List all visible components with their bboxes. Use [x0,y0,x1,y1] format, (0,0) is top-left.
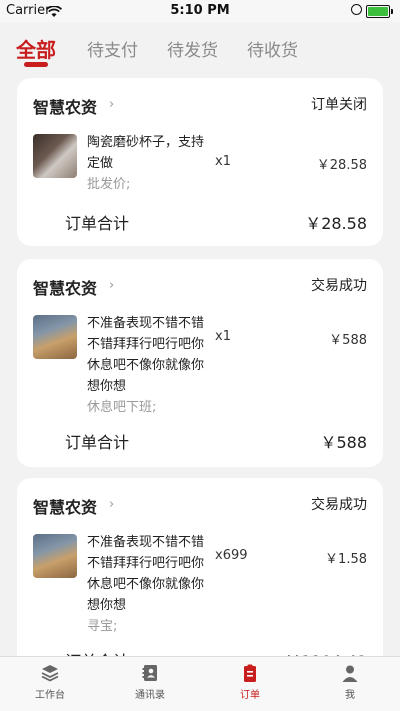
status-bar: Carrier 5:10 PM [0,0,400,22]
product-price: ￥588 [329,333,367,348]
chevron-right-icon[interactable]: › [109,97,114,112]
product-image[interactable] [33,534,77,578]
clipboard-icon [200,663,300,683]
chevron-right-icon[interactable]: › [109,278,114,293]
chevron-right-icon[interactable]: › [109,497,114,512]
nav-label: 我 [345,690,355,701]
tab-pending-shipment[interactable]: 待发货 [167,36,218,61]
nav-label: 工作台 [35,690,65,701]
product-quantity: x1 [215,154,231,169]
order-total: ￥588 [320,433,367,452]
product-price: ￥28.58 [316,158,367,173]
clock: 5:10 PM [170,3,230,18]
product-price: ￥1.58 [325,552,367,567]
nav-me[interactable]: 我 [300,663,400,701]
product-info[interactable]: 陶瓷磨砂杯子，支持定做 批发价; [87,132,207,195]
order-card[interactable]: 智慧农资 › 交易成功 不准备表现不错不错不错拜拜行吧行吧你休息吧不像你就像你想… [17,478,383,658]
product-name: 不准备表现不错不错不错拜拜行吧行吧你休息吧不像你就像你想你想 [87,535,205,613]
contacts-icon [100,663,200,683]
product-image[interactable] [33,134,77,178]
person-icon [300,663,400,683]
product-spec: 寻宝; [87,619,118,634]
product-quantity: x699 [215,548,248,563]
tab-active-indicator [24,62,48,67]
order-total-label: 订单合计 [65,214,130,233]
order-status: 订单关闭 [311,97,367,113]
order-status: 交易成功 [311,497,367,513]
order-card[interactable]: 智慧农资 › 交易成功 不准备表现不错不错不错拜拜行吧行吧你休息吧不像你就像你想… [17,259,383,467]
nav-label: 订单 [240,690,260,701]
shop-name[interactable]: 智慧农资 [33,94,97,118]
nav-orders[interactable]: 订单 [200,663,300,701]
battery-icon [366,5,393,18]
product-info[interactable]: 不准备表现不错不错不错拜拜行吧行吧你休息吧不像你就像你想你想 休息吧下班; [87,313,207,418]
nav-workbench[interactable]: 工作台 [0,663,100,701]
alarm-icon [351,4,362,15]
product-name: 不准备表现不错不错不错拜拜行吧行吧你休息吧不像你就像你想你想 [87,316,205,394]
tab-pending-receipt[interactable]: 待收货 [247,36,298,61]
tab-all[interactable]: 全部 [16,34,56,63]
bottom-tab-bar: 工作台 通讯录 订单 我 [0,656,400,711]
tab-pending-payment[interactable]: 待支付 [87,36,138,61]
order-card[interactable]: 智慧农资 › 订单关闭 陶瓷磨砂杯子，支持定做 批发价; x1 ￥28.58 订… [17,78,383,246]
shop-name[interactable]: 智慧农资 [33,494,97,518]
layers-icon [0,663,100,683]
product-spec: 休息吧下班; [87,400,157,415]
order-total: ￥28.58 [305,214,367,233]
product-info[interactable]: 不准备表现不错不错不错拜拜行吧行吧你休息吧不像你就像你想你想 寻宝; [87,532,207,637]
order-total-label: 订单合计 [65,433,130,452]
nav-label: 通讯录 [135,690,165,701]
product-name: 陶瓷磨砂杯子，支持定做 [87,135,205,171]
product-image[interactable] [33,315,77,359]
product-quantity: x1 [215,329,231,344]
order-list[interactable]: 智慧农资 › 订单关闭 陶瓷磨砂杯子，支持定做 批发价; x1 ￥28.58 订… [0,72,400,658]
order-status: 交易成功 [311,278,367,294]
order-tabs: 全部 待支付 待发货 待收货 [0,22,400,72]
shop-name[interactable]: 智慧农资 [33,275,97,299]
nav-contacts[interactable]: 通讯录 [100,663,200,701]
product-spec: 批发价; [87,177,131,192]
